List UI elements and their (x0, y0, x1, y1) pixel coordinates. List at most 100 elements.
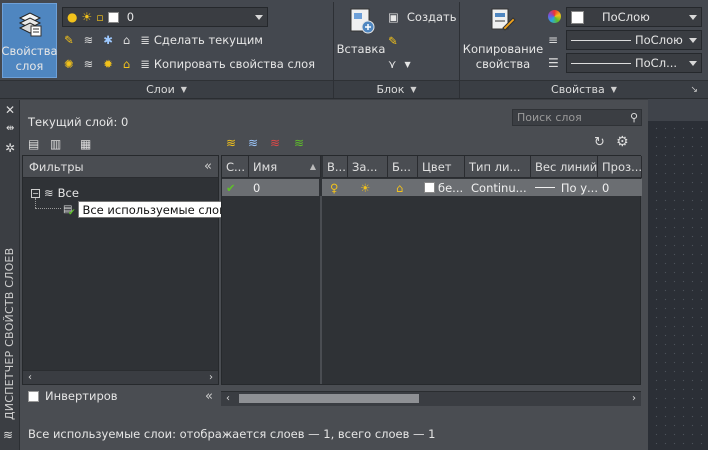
layer-color-value: бе... (438, 180, 464, 195)
layer-tools-row-1: ✎ ≋ ✱ ⌂ ≣ Сделать текущим (64, 33, 263, 47)
layer-linetype-cell[interactable]: Continu... (467, 179, 531, 196)
match-layer-label[interactable]: Копировать свойства слоя (154, 57, 315, 71)
new-property-filter-icon[interactable]: ▤ (28, 137, 39, 151)
layer-stack-icon: ≋ (44, 186, 54, 200)
block-attribute-button[interactable]: ⋎ ▼ (388, 57, 411, 71)
column-header-lineweight[interactable]: Вес линий (531, 156, 598, 178)
dialog-launcher-icon[interactable]: ↘ (690, 85, 698, 95)
bulb-on-icon[interactable]: ♀ (326, 179, 348, 196)
tree-node-all[interactable]: − ≋ Все (31, 186, 79, 200)
new-group-filter-icon[interactable]: ▥ (50, 137, 61, 151)
create-block-button[interactable]: ▣ Создать (388, 10, 457, 24)
color-wheel-icon (548, 10, 561, 23)
settings-icon[interactable]: ⚙ (616, 134, 629, 150)
linetype-icon: ≡ (548, 33, 559, 47)
edit-block-icon: ✎ (388, 34, 398, 48)
color-dropdown-value: ПоСлою (602, 10, 650, 24)
layer-states-icon[interactable]: ▦ (80, 137, 91, 151)
auto-hide-icon[interactable]: ⇹ (6, 123, 14, 134)
search-placeholder: Поиск слоя (517, 111, 582, 124)
tree-connector (35, 208, 61, 209)
chevron-down-icon (689, 14, 697, 20)
block-panel-title[interactable]: Блок ▼ (334, 80, 459, 98)
tree-node-used-layers-label: Все используемые слои (78, 201, 231, 218)
layers-panel-title-text: Слои (146, 83, 175, 96)
layer-search-input[interactable]: Поиск слоя ⚲ (512, 109, 642, 126)
filter-tree-pane: Фильтры « − ≋ Все ▤ Все используемые сло… (22, 155, 231, 385)
layer-lock-icon[interactable]: ⌂ (123, 33, 130, 47)
bulb-icon: ● (67, 10, 78, 24)
scroll-right-icon[interactable]: › (204, 371, 218, 384)
linetype-dropdown-value: ПоСлою (635, 33, 683, 47)
edit-block-button[interactable]: ✎ (388, 34, 398, 48)
layer-freeze-icon[interactable]: ✱ (103, 33, 113, 47)
match-layer-icon[interactable]: ≣ (140, 57, 150, 71)
lineweight-dropdown-value: ПоСл... (635, 56, 678, 70)
current-layer-label: Текущий слой: 0 (28, 115, 129, 129)
column-header-freeze[interactable]: За... (348, 156, 388, 178)
tree-collapse-icon[interactable]: − (31, 188, 40, 198)
properties-panel-title[interactable]: Свойства ▼ ↘ (460, 80, 708, 98)
properties-panel-title-text: Свойства (551, 83, 605, 96)
layer-on-icon[interactable]: ✺ (64, 57, 74, 71)
column-header-lock[interactable]: Б... (388, 156, 418, 178)
column-header-name[interactable]: Имя ▲ (249, 156, 321, 178)
layer-off-icon[interactable]: ✎ (64, 33, 74, 47)
layer-unisolate-icon[interactable]: ≋ (84, 57, 94, 71)
scroll-right-icon[interactable]: › (627, 392, 641, 405)
chevron-down-icon: ▼ (404, 59, 411, 69)
lock-icon: ▫ (96, 10, 104, 24)
column-header-color[interactable]: Цвет (418, 156, 465, 178)
layer-properties-label-2: слоя (15, 59, 44, 73)
layer-color-cell[interactable]: бе... (420, 179, 465, 196)
make-current-icon[interactable]: ≣ (140, 33, 150, 47)
layer-lineweight-cell[interactable]: По у... (531, 179, 598, 196)
grid-hscrollbar[interactable]: ‹ › (221, 391, 641, 406)
collapse-pane-icon[interactable]: « (204, 159, 212, 174)
palette-properties-icon[interactable]: ✲ (5, 141, 15, 155)
linetype-dropdown[interactable]: ПоСлою (566, 30, 702, 50)
set-current-icon[interactable]: ≋ (294, 136, 304, 150)
layer-unlock-icon[interactable]: ⌂ (123, 57, 130, 71)
column-header-status[interactable]: С... (222, 156, 249, 178)
delete-layer-icon[interactable]: ≋ (270, 136, 280, 150)
color-dropdown[interactable]: ПоСлою (566, 7, 702, 27)
scroll-left-icon[interactable]: ‹ (23, 371, 37, 384)
check-icon: ✔ (68, 208, 76, 218)
lineweight-dropdown[interactable]: ПоСл... (566, 53, 702, 73)
scroll-thumb[interactable] (239, 394, 419, 403)
match-properties-icon (491, 8, 516, 31)
grid-divider (320, 196, 322, 384)
close-icon[interactable]: ✕ (5, 103, 15, 117)
collapse-pane-icon[interactable]: « (205, 389, 213, 404)
layer-thaw-icon[interactable]: ✹ (103, 57, 113, 71)
column-header-transparency[interactable]: Проз... (598, 156, 642, 178)
layer-name-cell[interactable]: 0 (249, 179, 319, 196)
insert-block-button[interactable]: Вставка (337, 6, 385, 76)
drawing-grid (652, 124, 708, 450)
column-header-on[interactable]: В... (323, 156, 348, 178)
sun-thawed-icon[interactable]: ☀ (356, 179, 386, 196)
layer-properties-label-1: Свойства (1, 44, 58, 58)
unlock-icon[interactable]: ⌂ (392, 179, 418, 196)
layer-tools-row-2: ✺ ≋ ✹ ⌂ ≣ Копировать свойства слоя (64, 57, 315, 71)
layer-isolate-icon[interactable]: ≋ (84, 33, 94, 47)
layer-transparency-cell[interactable]: 0 (598, 179, 642, 196)
palette-vertical-title: ДИСПЕТЧЕР СВОЙСТВ СЛОЕВ (3, 247, 16, 420)
color-swatch (571, 10, 584, 24)
make-current-label[interactable]: Сделать текущим (154, 33, 263, 47)
line-preview (571, 62, 631, 64)
invert-filter-checkbox[interactable] (28, 390, 39, 402)
refresh-icon[interactable]: ↻ (594, 135, 605, 150)
layers-panel-title[interactable]: Слои ▼ (0, 80, 333, 98)
scroll-left-icon[interactable]: ‹ (221, 392, 235, 405)
layer-dropdown[interactable]: ● ☀ ▫ 0 (62, 7, 268, 27)
new-layer-vp-frozen-icon[interactable]: ≋ (248, 136, 258, 150)
column-header-linetype[interactable]: Тип ли... (465, 156, 531, 178)
tree-node-used-layers[interactable]: ▤ Все используемые слои (63, 201, 231, 218)
match-properties-button[interactable]: Копирование свойства (463, 6, 543, 76)
filter-pane-hscrollbar[interactable]: ‹ › (23, 370, 218, 384)
new-layer-icon[interactable]: ≋ (226, 136, 236, 150)
layer-list-grid: С... Имя ▲ В... За... Б... Цвет Тип ли..… (221, 155, 642, 385)
layer-properties-button[interactable]: Свойства слоя (1, 3, 58, 78)
